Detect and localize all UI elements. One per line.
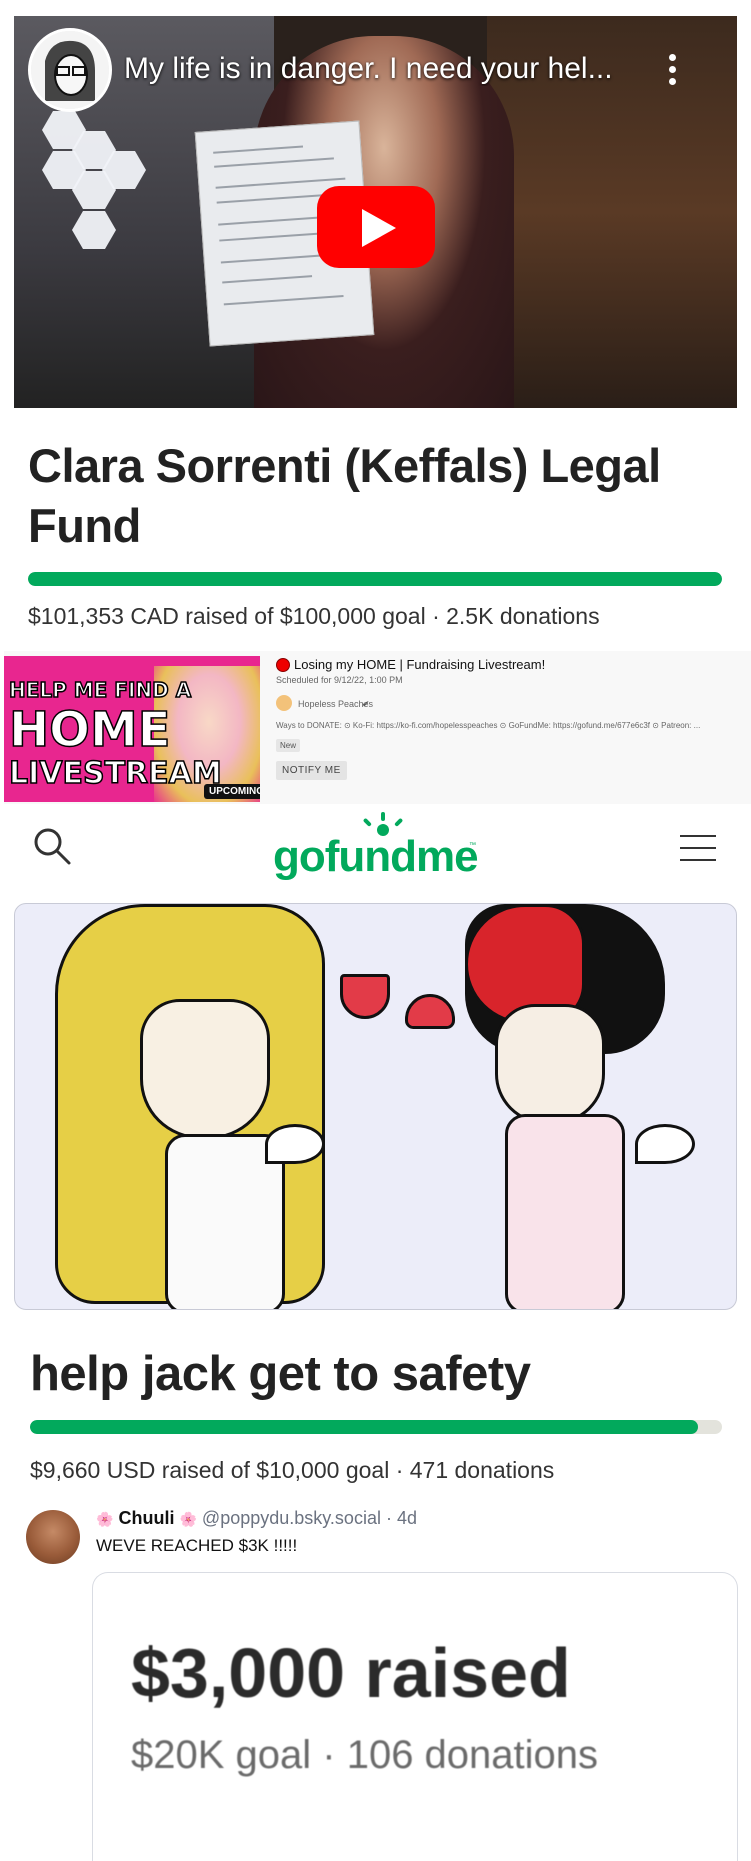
progress-fill (30, 1420, 699, 1434)
live-red-dot-icon (276, 658, 290, 672)
floating-mouth (340, 974, 390, 1019)
gofundme-logo[interactable]: gofundme ™ (273, 812, 483, 882)
verified-check-icon: ✔ (362, 699, 370, 709)
play-icon (362, 209, 396, 247)
notify-me-button[interactable]: NOTIFY ME (276, 761, 347, 780)
avatar[interactable] (26, 1510, 80, 1564)
channel-avatar[interactable] (276, 695, 292, 711)
fundraiser-cover-image (14, 903, 737, 1310)
fundraiser-stats: $101,353 CAD raised of $100,000 goal · 2… (28, 603, 600, 629)
more-options-icon[interactable] (662, 54, 682, 94)
fundraiser-title[interactable]: help jack get to safety (30, 1346, 531, 1402)
thumbnail-text-line3: LIVESTREAM (8, 755, 222, 792)
fundraiser-progress-bar (28, 572, 722, 586)
angel-wing (635, 1124, 695, 1164)
flower-icon: 🌸 (179, 1511, 197, 1527)
flower-icon: 🌸 (96, 1511, 114, 1527)
embedded-image-card[interactable]: $3,000 raised $20K goal · 106 donations (92, 1572, 738, 1861)
channel-avatar[interactable] (28, 28, 112, 112)
youtube-video-player[interactable]: My life is in danger. I need your hel... (14, 16, 737, 408)
raised-amount: $3,000 raised (131, 1634, 571, 1712)
character-blonde-face (140, 999, 270, 1139)
floating-mouth (405, 994, 455, 1029)
character-redblack-outfit (505, 1114, 625, 1309)
video-title[interactable]: My life is in danger. I need your hel... (124, 52, 644, 86)
fundraiser-progress-bar (30, 1420, 722, 1434)
post-header: 🌸 Chuuli 🌸 @poppydu.bsky.social · 4d (96, 1508, 417, 1529)
progress-fill (28, 572, 722, 586)
angel-wing (265, 1124, 325, 1164)
author-name[interactable]: Chuuli (118, 1508, 174, 1528)
thumbnail-text-line1: HELP ME FIND A (8, 677, 192, 703)
author-handle[interactable]: @poppydu.bsky.social · 4d (202, 1508, 417, 1528)
new-badge: New (276, 739, 301, 752)
thumbnail-text-line2: HOME (8, 701, 171, 759)
fundraiser-stats: $9,660 USD raised of $10,000 goal · 471 … (30, 1457, 555, 1483)
livestream-thumbnail[interactable]: HELP ME FIND A HOME LIVESTREAM UPCOMING (4, 656, 260, 802)
fundraiser-title[interactable]: Clara Sorrenti (Keffals) Legal Fund (28, 436, 718, 556)
upcoming-badge: UPCOMING (204, 784, 260, 799)
logo-wordmark: gofundme (273, 832, 479, 881)
goal-and-donations: $20K goal · 106 donations (131, 1733, 599, 1777)
hamburger-menu-icon[interactable] (680, 835, 716, 861)
trademark-symbol: ™ (469, 842, 476, 849)
social-post[interactable]: 🌸 Chuuli 🌸 @poppydu.bsky.social · 4d WEV… (4, 1496, 751, 1861)
scheduled-time: Scheduled for 9/12/22, 1:00 PM (276, 675, 403, 685)
livestream-title[interactable]: Losing my HOME | Fundraising Livestream! (294, 657, 545, 672)
post-text: WEVE REACHED $3K !!!!! (96, 1536, 298, 1555)
character-redblack-face (495, 1004, 605, 1124)
livestream-description: Ways to DONATE: ⊙ Ko-Fi: https://ko-fi.c… (276, 721, 701, 730)
livestream-list-item[interactable]: HELP ME FIND A HOME LIVESTREAM UPCOMING … (4, 651, 751, 804)
search-icon[interactable] (32, 826, 72, 866)
